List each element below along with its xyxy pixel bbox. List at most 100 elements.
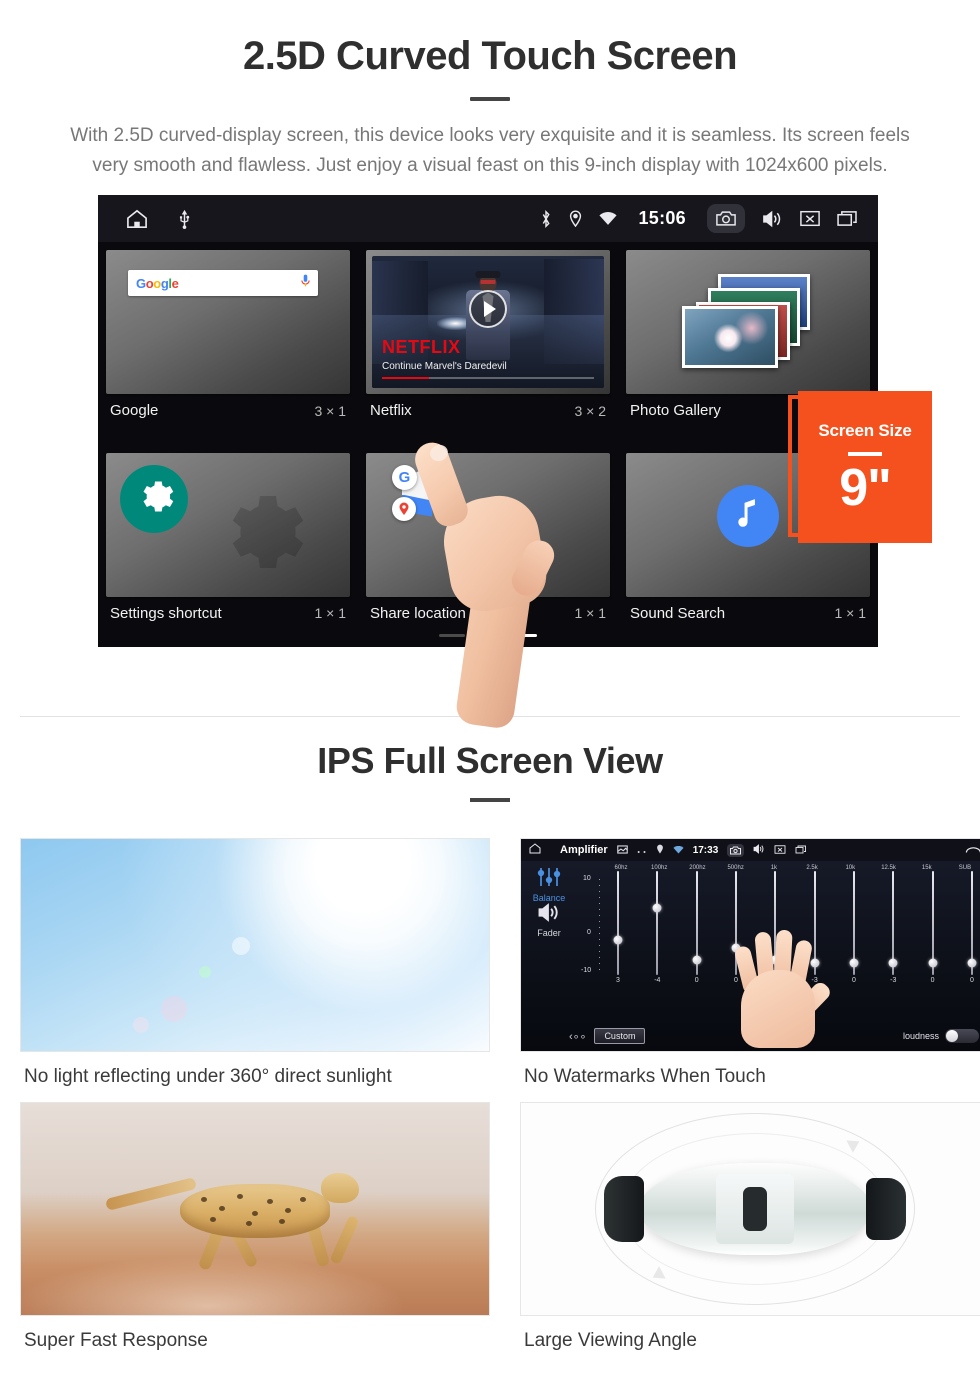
close-icon[interactable] [774,841,786,859]
band-slider[interactable] [882,871,904,975]
gear-icon [133,475,175,522]
band-slider[interactable] [961,871,980,975]
hand-on-equalizer [727,918,833,1048]
feature-card: Amplifier 17:33 Balance Fader 60hz 100hz… [520,838,980,1088]
lens-flare [231,936,250,955]
gear-watermark-icon [210,484,306,580]
device-showcase: 15:06 Google Google 3 × 1 NETFLIX Contin… [0,195,980,731]
car-sunroof [743,1187,767,1231]
amplifier-screen: Amplifier 17:33 Balance Fader 60hz 100hz… [521,839,980,1051]
usb-icon[interactable] [178,209,191,229]
loudness-control[interactable]: loudness [903,1029,979,1043]
scale-top-label: 10 [583,875,591,882]
loudness-toggle[interactable] [945,1029,979,1043]
page-dot[interactable] [475,634,501,637]
car-rear-window [866,1178,907,1240]
map-pin-icon [392,496,416,521]
loudness-label: loudness [902,1031,939,1041]
title-underline [470,97,510,101]
camera-icon[interactable] [727,843,745,857]
band-value: 3 [616,977,620,984]
google-g-icon: G [392,464,417,490]
widget-cell-share-location[interactable]: G Share location 1 × 1 [358,445,618,648]
recent-apps-icon[interactable] [837,210,858,227]
widget-size: 3 × 2 [574,402,606,419]
netflix-progress-bar [382,377,594,379]
netflix-brand: NETFLIX [382,337,461,357]
music-note-icon-circle[interactable] [717,484,779,547]
page-dot-active[interactable] [511,634,537,637]
scale-bottom-label: -10 [581,967,592,974]
lens-flare [198,966,211,979]
widget-labels: Netflix 3 × 2 [366,394,610,419]
widget-size: 1 × 1 [574,605,606,621]
page-indicator[interactable] [439,634,537,637]
status-bar-left [98,209,191,229]
balance-label[interactable]: Balance [521,893,577,903]
home-icon[interactable] [126,209,148,229]
band-value: 0 [970,977,974,984]
equalizer-sliders-icon[interactable] [536,868,562,891]
location-icon [656,841,664,859]
widget-name: Google [110,402,159,419]
camera-icon[interactable] [707,204,745,233]
equalizer-panel: Balance Fader 60hz 100hz 200hz 500hz 1k … [521,861,980,1051]
curved-screen-section: 2.5D Curved Touch Screen With 2.5D curve… [0,0,980,731]
card-caption: No light reflecting under 360° direct su… [24,1066,392,1087]
microphone-icon[interactable] [301,274,310,292]
equalizer-sidebar: Balance Fader [521,861,577,1051]
fader-volume-icon[interactable] [537,903,561,926]
widget-cell-netflix[interactable]: NETFLIX Continue Marvel's Daredevil Netf… [358,242,618,445]
volume-icon[interactable] [762,210,783,228]
photo-gallery-widget[interactable] [626,250,870,394]
band-slider[interactable] [607,871,629,975]
media-icon[interactable] [616,841,628,859]
feature-card-grid: No light reflecting under 360° direct su… [0,802,980,1366]
fader-label[interactable]: Fader [521,928,577,938]
google-maps-icon[interactable]: G [392,464,450,521]
ips-view-section: IPS Full Screen View No light reflecting… [0,740,980,1366]
more-icon[interactable] [637,841,647,859]
band-slider[interactable] [922,871,944,975]
amplifier-title: Amplifier [560,844,608,856]
google-search-widget[interactable]: Google [106,250,350,394]
band-value: 0 [930,977,935,984]
band-slider[interactable] [686,871,708,975]
card-caption: Super Fast Response [24,1330,208,1351]
back-chevron-icon[interactable]: ‹∘∘ [569,1030,586,1043]
band-value: 0 [852,977,856,984]
netflix-widget[interactable]: NETFLIX Continue Marvel's Daredevil [366,250,610,394]
widget-size: 1 × 1 [834,605,866,621]
widget-cell-settings[interactable]: Settings shortcut 1 × 1 [98,445,358,648]
widget-name: Netflix [370,402,412,419]
dust-cloud [21,1225,489,1315]
badge-divider [848,451,882,456]
car-windshield [603,1176,644,1242]
scale-ticks [599,879,600,975]
widget-name: Photo Gallery [630,402,721,419]
back-arrow-icon[interactable] [965,841,980,859]
band-slider[interactable] [646,871,668,975]
gear-icon-circle[interactable] [120,464,188,533]
feature-card: Super Fast Response [20,1102,490,1352]
recent-apps-icon[interactable] [795,841,807,859]
close-icon[interactable] [800,210,820,227]
netflix-artwork: NETFLIX Continue Marvel's Daredevil [372,256,604,388]
preset-button[interactable]: Custom [594,1028,646,1044]
widget-cell-google[interactable]: Google Google 3 × 1 [98,242,358,445]
card-caption: Large Viewing Angle [524,1330,697,1351]
band-value: -4 [654,977,661,984]
screen-size-badge: Screen Size 9" [798,391,932,543]
badge-value: 9" [839,458,892,517]
play-icon[interactable] [469,289,507,328]
widget-size: 3 × 1 [314,402,346,419]
clock: 17:33 [692,844,719,856]
home-icon[interactable] [529,841,541,859]
page-dot[interactable] [439,634,465,637]
share-location-widget[interactable]: G [366,452,610,597]
section-description: With 2.5D curved-display screen, this de… [70,125,910,176]
google-search-bar[interactable]: Google [128,270,319,296]
volume-icon[interactable] [753,841,765,859]
band-slider[interactable] [843,871,865,975]
settings-shortcut-widget[interactable] [106,452,350,597]
